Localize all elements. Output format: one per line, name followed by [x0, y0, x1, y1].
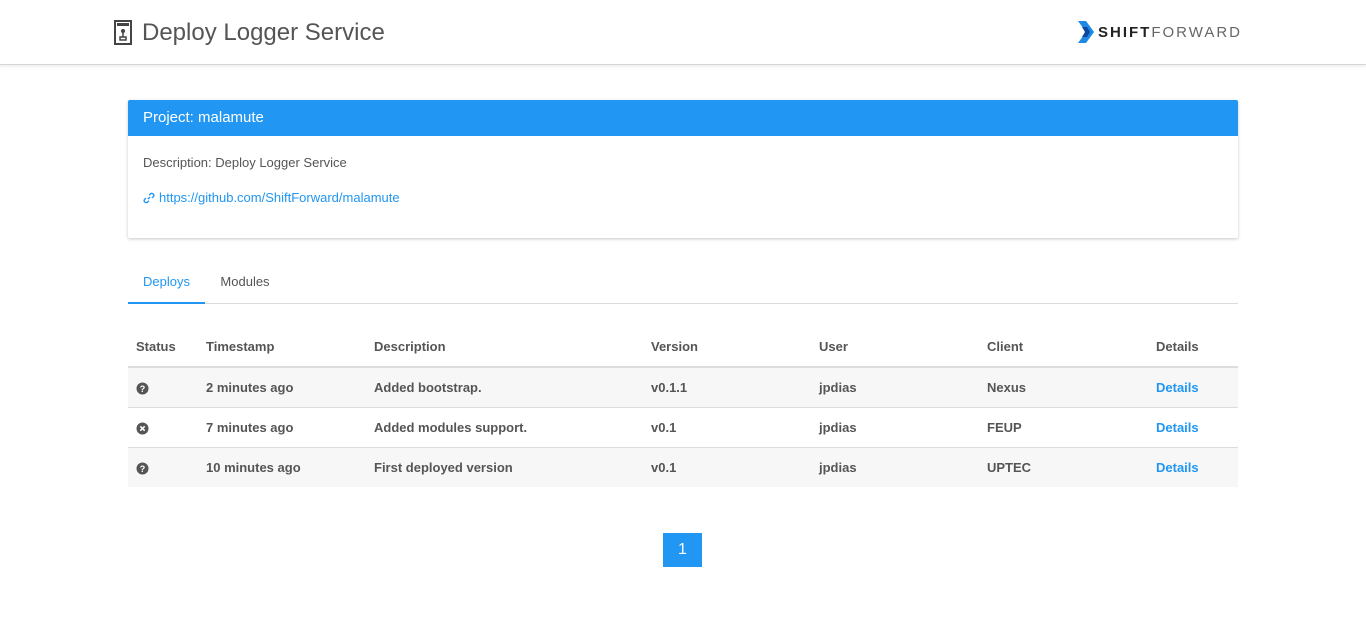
header-status: Status [128, 326, 198, 368]
timestamp-cell: 2 minutes ago [198, 367, 366, 408]
times-circle-icon [136, 422, 149, 435]
description-cell: First deployed version [366, 447, 643, 487]
timestamp-cell: 7 minutes ago [198, 407, 366, 448]
status-cell [128, 407, 198, 448]
project-description: Description: Deploy Logger Service [143, 155, 347, 170]
tab-deploys[interactable]: Deploys [128, 264, 205, 304]
status-cell: ? [128, 447, 198, 487]
table-row: 7 minutes ago Added modules support. v0.… [128, 407, 1238, 448]
description-cell: Added bootstrap. [366, 367, 643, 408]
version-cell: v0.1 [643, 447, 811, 487]
shiftforward-logo[interactable]: SHIFT FORWARD [1078, 21, 1242, 43]
project-card: Project: malamute Description: Deploy Lo… [128, 100, 1238, 238]
header-version: Version [643, 326, 811, 368]
svg-text:?: ? [140, 384, 146, 394]
timestamp-cell: 10 minutes ago [198, 447, 366, 487]
document-icon [114, 20, 132, 45]
details-cell: Details [1148, 407, 1238, 448]
details-link[interactable]: Details [1156, 420, 1199, 435]
project-link-text: https://github.com/ShiftForward/malamute [159, 190, 400, 205]
navbar: Deploy Logger Service SHIFT FORWARD [0, 0, 1366, 65]
app-title: Deploy Logger Service [142, 19, 385, 46]
header-details: Details [1148, 326, 1238, 368]
version-cell: v0.1 [643, 407, 811, 448]
details-link[interactable]: Details [1156, 380, 1199, 395]
version-cell: v0.1.1 [643, 367, 811, 408]
link-icon [143, 192, 155, 203]
header-client: Client [979, 326, 1148, 368]
question-circle-icon: ? [136, 382, 149, 395]
logo-text-forward: FORWARD [1151, 23, 1243, 41]
user-cell: jpdias [811, 447, 979, 487]
user-cell: jpdias [811, 407, 979, 448]
header-description: Description [366, 326, 643, 368]
pagination-page-1[interactable]: 1 [663, 533, 702, 567]
details-cell: Details [1148, 447, 1238, 487]
user-cell: jpdias [811, 367, 979, 408]
deploys-table: Status Timestamp Description Version Use… [128, 326, 1238, 487]
client-cell: FEUP [979, 407, 1148, 448]
table-header-row: Status Timestamp Description Version Use… [128, 326, 1238, 368]
project-title: Project: malamute [128, 100, 1238, 136]
question-circle-icon: ? [136, 462, 149, 475]
logo-text-shift: SHIFT [1098, 23, 1152, 41]
description-cell: Added modules support. [366, 407, 643, 448]
status-cell: ? [128, 367, 198, 408]
table-row: ? 2 minutes ago Added bootstrap. v0.1.1 … [128, 367, 1238, 408]
client-cell: UPTEC [979, 447, 1148, 487]
project-link[interactable]: https://github.com/ShiftForward/malamute [143, 190, 400, 205]
details-cell: Details [1148, 367, 1238, 408]
client-cell: Nexus [979, 367, 1148, 408]
tab-bar: Deploys Modules [128, 264, 1238, 304]
chevron-logo-icon [1078, 21, 1094, 43]
svg-text:?: ? [140, 464, 146, 474]
brand[interactable]: Deploy Logger Service [114, 18, 385, 48]
tab-modules[interactable]: Modules [209, 264, 281, 302]
details-link[interactable]: Details [1156, 460, 1199, 475]
header-user: User [811, 326, 979, 368]
header-timestamp: Timestamp [198, 326, 366, 368]
table-row: ? 10 minutes ago First deployed version … [128, 447, 1238, 487]
